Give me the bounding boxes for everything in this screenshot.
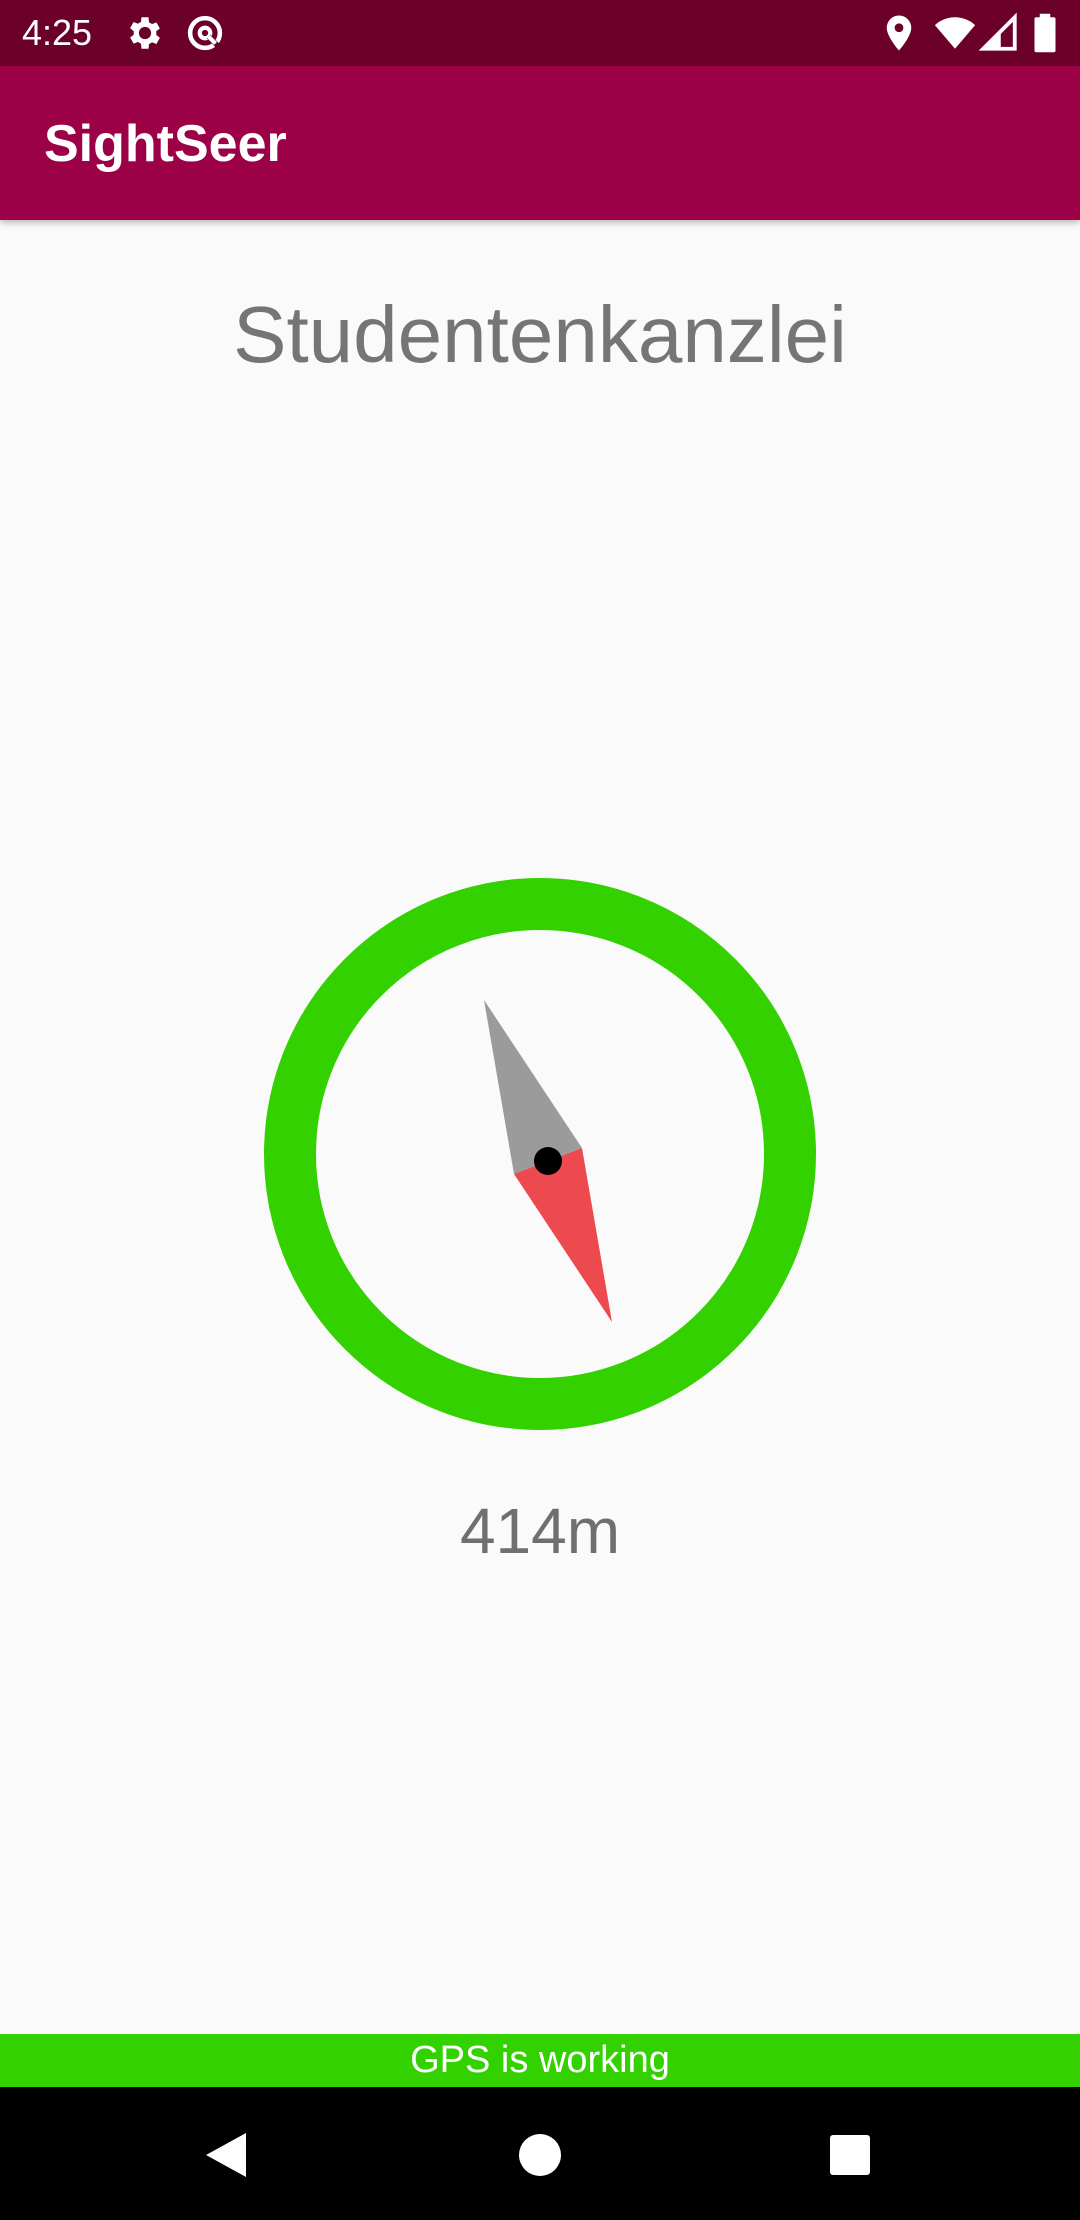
compass-needle-south — [514, 1148, 612, 1322]
compass-needle-north — [484, 1000, 582, 1174]
location-icon — [878, 12, 920, 54]
gear-icon — [124, 12, 166, 54]
compass-pivot — [534, 1147, 562, 1175]
battery-icon — [1030, 12, 1060, 54]
data-saver-icon — [184, 12, 226, 54]
wifi-icon — [934, 12, 976, 54]
recents-icon[interactable] — [810, 2115, 890, 2195]
compass — [264, 878, 816, 1430]
status-bar: 4:25 — [0, 0, 1080, 66]
back-icon[interactable] — [186, 2115, 266, 2195]
destination-name: Studentenkanzlei — [233, 290, 847, 379]
home-icon[interactable] — [500, 2115, 580, 2195]
navigation-bar — [0, 2087, 1080, 2220]
gps-status-banner: GPS is working — [0, 2034, 1080, 2087]
app-title: SightSeer — [44, 115, 287, 173]
status-time: 4:25 — [22, 12, 93, 53]
distance-label: 414m — [459, 1495, 621, 1567]
app-bar: SightSeer — [0, 66, 1080, 220]
signal-icon — [978, 12, 1020, 54]
